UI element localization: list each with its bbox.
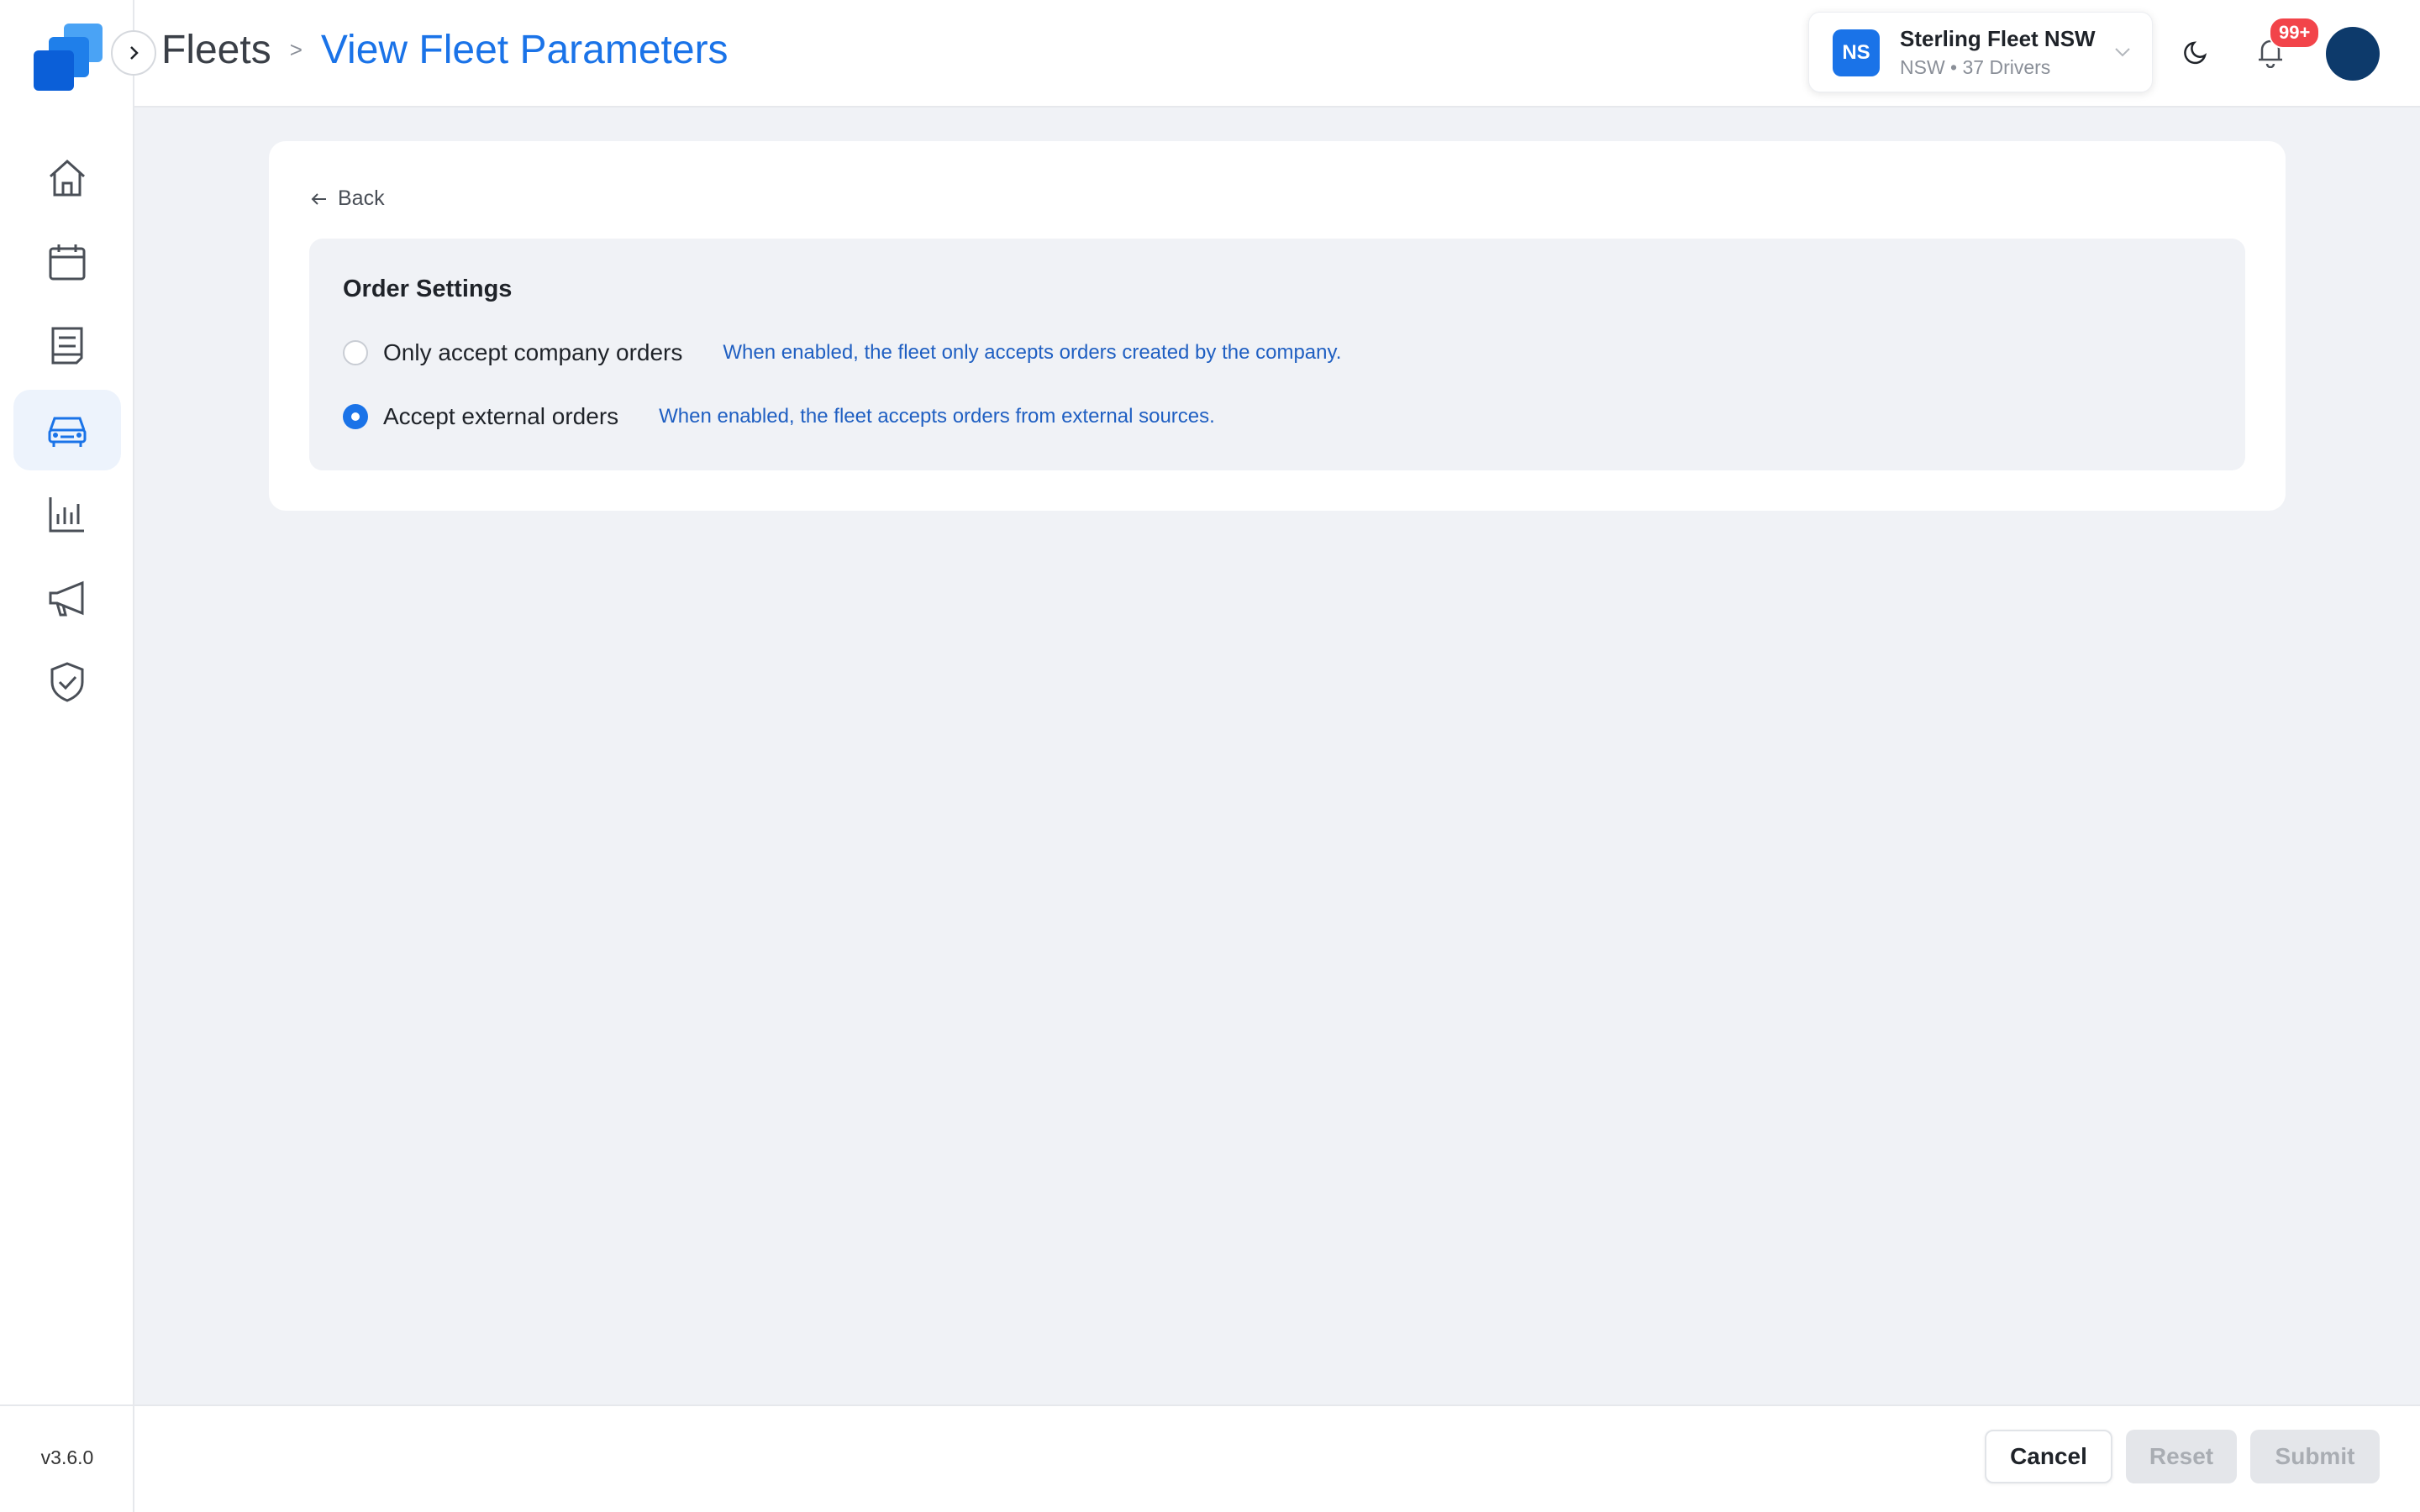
- back-label: Back: [338, 186, 385, 210]
- sidebar-item-orders[interactable]: [13, 306, 121, 386]
- fleet-selector[interactable]: NS Sterling Fleet NSW NSW • 37 Drivers: [1808, 12, 2153, 92]
- sidebar-toggle-button[interactable]: [111, 30, 156, 76]
- option-company-orders[interactable]: Only accept company orders When enabled,…: [343, 339, 1341, 366]
- option-description: When enabled, the fleet accepts orders f…: [659, 405, 1215, 428]
- sidebar-item-fleets[interactable]: [13, 390, 121, 470]
- breadcrumb: Fleets > View Fleet Parameters: [161, 27, 729, 73]
- sidebar-item-reports[interactable]: [13, 474, 121, 554]
- fleet-parameters-card: Back Order Settings Only accept company …: [269, 141, 2286, 511]
- sidebar-divider: [0, 1404, 134, 1406]
- notification-badge: 99+: [2269, 17, 2321, 49]
- sidebar-item-calendar[interactable]: [13, 222, 121, 302]
- receipt-icon: [51, 327, 83, 365]
- order-settings-title: Order Settings: [343, 276, 513, 302]
- submit-button[interactable]: Submit: [2250, 1430, 2380, 1483]
- car-icon: [48, 417, 87, 447]
- top-header: Fleets > View Fleet Parameters NS Sterli…: [134, 0, 2420, 108]
- option-description: When enabled, the fleet only accepts ord…: [723, 341, 1342, 364]
- shield-check-icon: [50, 662, 84, 702]
- radio-external-orders[interactable]: [343, 404, 368, 429]
- app-version: v3.6.0: [40, 1446, 94, 1468]
- reset-button[interactable]: Reset: [2126, 1430, 2237, 1483]
- breadcrumb-root[interactable]: Fleets: [161, 27, 271, 73]
- app-logo[interactable]: [30, 22, 104, 92]
- arrow-left-icon: [311, 192, 326, 205]
- megaphone-icon: [49, 580, 84, 617]
- radio-company-orders[interactable]: [343, 340, 368, 365]
- breadcrumb-separator: >: [289, 37, 302, 62]
- chevron-down-icon: [2115, 48, 2130, 57]
- cancel-button[interactable]: Cancel: [1985, 1430, 2112, 1483]
- bar-chart-icon: [49, 497, 84, 533]
- theme-toggle-button[interactable]: [2175, 30, 2218, 74]
- fleet-avatar: NS: [1833, 29, 1880, 76]
- user-avatar[interactable]: [2326, 27, 2380, 81]
- stacked-squares-logo-icon: [34, 24, 103, 91]
- chevron-right-icon: [130, 46, 139, 60]
- option-external-orders[interactable]: Accept external orders When enabled, the…: [343, 403, 1215, 430]
- back-button[interactable]: Back: [309, 186, 385, 211]
- option-label: Accept external orders: [383, 403, 619, 429]
- sidebar-item-marketing[interactable]: [13, 558, 121, 638]
- moon-icon: [2184, 41, 2207, 65]
- fleet-name: Sterling Fleet NSW: [1900, 26, 2096, 51]
- order-settings-panel: Order Settings Only accept company order…: [309, 239, 2245, 470]
- fleet-subtitle: NSW • 37 Drivers: [1900, 56, 2051, 78]
- sidebar: v3.6.0: [0, 0, 134, 1512]
- calendar-icon: [49, 244, 86, 281]
- sidebar-item-security[interactable]: [13, 642, 121, 722]
- sidebar-item-home[interactable]: [13, 138, 121, 218]
- action-footer: Cancel Reset Submit: [134, 1404, 2420, 1512]
- option-label: Only accept company orders: [383, 339, 683, 365]
- home-icon: [49, 159, 86, 197]
- page-title: View Fleet Parameters: [320, 28, 729, 72]
